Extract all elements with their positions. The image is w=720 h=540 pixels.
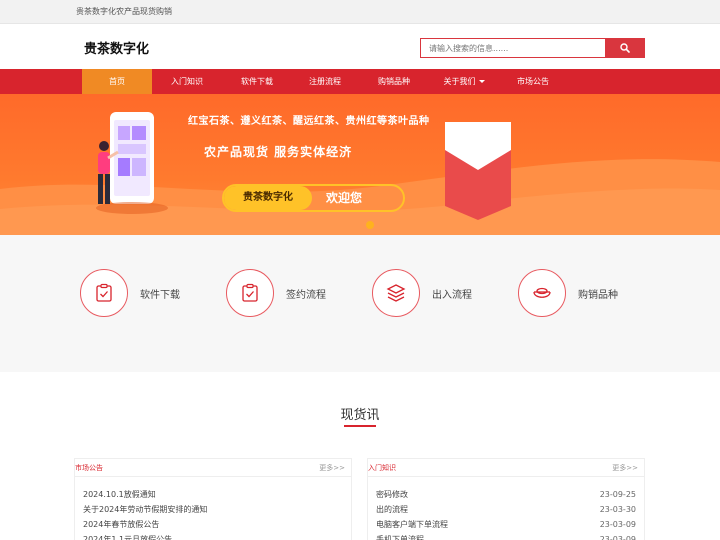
list-item[interactable]: 关于2024年劳动节假期安排的通知 — [83, 502, 343, 517]
site-logo[interactable]: 贵茶数字化 — [84, 38, 149, 57]
clipboard-check-icon — [80, 269, 128, 317]
list-item[interactable]: 2024年春节放假公告 — [83, 517, 343, 532]
banner-subheadline: 农产品现货 服务实体经济 — [204, 145, 353, 159]
nav-item-download[interactable]: 软件下载 — [222, 69, 292, 94]
announcements-panel: 市场公告 更多>> 2024.10.1放假通知 关于2024年劳动节假期安排的通… — [74, 458, 352, 540]
search-button[interactable] — [605, 38, 645, 58]
search-bar — [420, 38, 645, 58]
nav-item-varieties[interactable]: 购销品种 — [359, 69, 429, 94]
welcome-pill: 贵茶数字化 欢迎您 — [222, 184, 405, 212]
nav-item-register[interactable]: 注册流程 — [290, 69, 360, 94]
service-in-out[interactable]: 出入流程 — [372, 269, 472, 317]
section-underline — [344, 425, 376, 427]
service-contract[interactable]: 签约流程 — [226, 269, 326, 317]
list-item[interactable]: 密码修改 23-09-25 — [376, 487, 636, 502]
hero-banner[interactable]: 红宝石茶、遵义红茶、醒远红茶、贵州红等茶叶品种 农产品现货 服务实体经济 贵茶数… — [0, 94, 720, 235]
list-item[interactable]: 2024.10.1放假通知 — [83, 487, 343, 502]
list-item[interactable]: 电脑客户端下单流程 23-03-09 — [376, 517, 636, 532]
nav-item-home[interactable]: 首页 — [82, 69, 152, 94]
list-item[interactable]: 2024年1.1元旦放假公告 — [83, 532, 343, 540]
main-nav: 首页 入门知识 软件下载 注册流程 购销品种 关于我们 市场公告 — [0, 69, 720, 94]
services-section: 软件下载 签约流程 出入流程 购销品种 — [0, 235, 720, 372]
more-link[interactable]: 更多>> — [319, 463, 345, 473]
service-varieties[interactable]: 购销品种 — [518, 269, 618, 317]
list-item[interactable]: 出的流程 23-03-30 — [376, 502, 636, 517]
section-title: 现货讯 — [340, 408, 380, 423]
more-link[interactable]: 更多>> — [612, 463, 638, 473]
pill-welcome: 欢迎您 — [326, 191, 363, 205]
item-date: 23-03-09 — [599, 535, 636, 540]
service-label: 签约流程 — [286, 289, 326, 301]
carousel-dot[interactable] — [366, 221, 374, 229]
knowledge-panel: 入门知识 更多>> 密码修改 23-09-25 出的流程 23-03-30 电脑客户… — [367, 458, 645, 540]
panel-title: 市场公告 — [75, 464, 103, 472]
service-download[interactable]: 软件下载 — [80, 269, 180, 317]
nav-item-basics[interactable]: 入门知识 — [152, 69, 222, 94]
clipboard-check-icon — [226, 269, 274, 317]
top-bar: 贵茶数字化农产品现货购销 — [0, 0, 720, 24]
chevron-down-icon — [478, 80, 485, 83]
search-input[interactable] — [420, 38, 605, 58]
phone-person-illustration — [96, 112, 168, 214]
service-label: 软件下载 — [140, 289, 180, 301]
announcement-list: 2024.10.1放假通知 关于2024年劳动节假期安排的通知 2024年春节放… — [75, 477, 351, 540]
item-date: 23-09-25 — [599, 490, 636, 499]
knowledge-list: 密码修改 23-09-25 出的流程 23-03-30 电脑客户端下单流程 23-03… — [368, 477, 644, 540]
service-label: 购销品种 — [578, 289, 618, 301]
banner-headline: 红宝石茶、遵义红茶、醒远红茶、贵州红等茶叶品种 — [188, 116, 430, 127]
search-icon — [620, 43, 630, 53]
top-bar-text: 贵茶数字化农产品现货购销 — [76, 7, 172, 16]
service-label: 出入流程 — [432, 289, 472, 301]
list-item[interactable]: 手机下单流程 23-03-09 — [376, 532, 636, 540]
layers-icon — [372, 269, 420, 317]
ribbon-badge-decoration — [445, 122, 511, 220]
pill-brand: 贵茶数字化 — [224, 186, 312, 210]
item-date: 23-03-30 — [599, 505, 636, 514]
nav-item-announcements[interactable]: 市场公告 — [498, 69, 568, 94]
ingot-icon — [518, 269, 566, 317]
panel-title: 入门知识 — [368, 464, 396, 472]
nav-item-about[interactable]: 关于我们 — [429, 69, 499, 94]
item-date: 23-03-09 — [599, 520, 636, 529]
panel-header: 市场公告 更多>> — [75, 459, 351, 477]
panel-header: 入门知识 更多>> — [368, 459, 644, 477]
